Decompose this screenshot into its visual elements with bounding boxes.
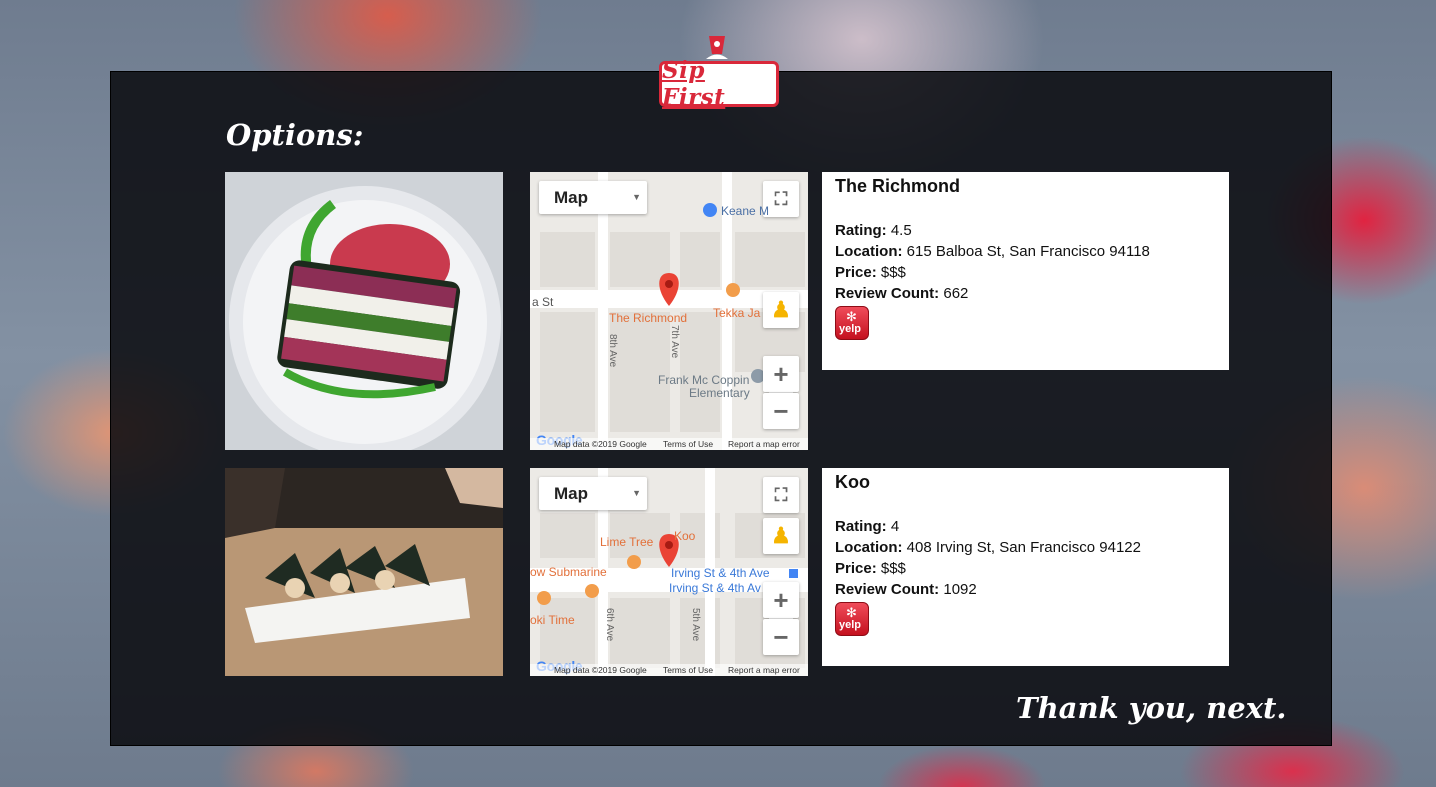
yelp-logo-text: yelp xyxy=(839,323,862,335)
map-label: Tekka Ja xyxy=(713,306,761,320)
map-type-dropdown[interactable]: Map ▼ xyxy=(539,477,647,510)
plus-icon: + xyxy=(773,584,789,615)
map-label: Keane M xyxy=(721,204,770,218)
map-label: Irving St & 4th Ave xyxy=(671,566,770,580)
yelp-link[interactable]: ✻ yelp xyxy=(835,306,869,340)
terms-link[interactable]: Terms of Use xyxy=(663,664,713,676)
price-row: Price: $$$ xyxy=(835,264,906,281)
price-value: $$$ xyxy=(880,560,906,577)
report-error-link[interactable]: Report a map error xyxy=(728,664,800,676)
report-error-link[interactable]: Report a map error xyxy=(728,438,800,450)
map-label: Elementary xyxy=(689,386,750,400)
review-count-row: Review Count: 1092 xyxy=(835,581,977,598)
pegman-button[interactable]: ♟ xyxy=(763,518,799,554)
yelp-burst-icon: ✻ xyxy=(846,309,857,324)
review-count-value: 1092 xyxy=(943,581,977,598)
restaurant-card: Koo Rating: 4 Location: 408 Irving St, S… xyxy=(822,468,1229,666)
map-label: 7th Ave xyxy=(669,325,680,359)
price-row: Price: $$$ xyxy=(835,560,906,577)
zoom-in-button[interactable]: + xyxy=(763,356,799,392)
minus-icon: − xyxy=(773,621,789,652)
terms-link[interactable]: Terms of Use xyxy=(663,438,713,450)
sip-first-logo[interactable]: Sip First xyxy=(658,32,779,111)
logo-badge: Sip First xyxy=(659,57,779,111)
restaurant-photo xyxy=(225,468,503,676)
map-data-text: Map data ©2019 Google xyxy=(554,439,647,449)
map-label: The Richmond xyxy=(609,311,688,325)
restaurant-name: The Richmond xyxy=(835,176,960,196)
thank-you-next-button[interactable]: Thank you, next. xyxy=(1016,691,1287,725)
review-count-row: Review Count: 662 xyxy=(835,285,969,302)
fullscreen-icon: ⛶ xyxy=(774,484,788,505)
rating-row: Rating: 4 xyxy=(835,518,900,535)
map-data-text: Map data ©2019 Google xyxy=(554,665,647,675)
map-type-label: Map xyxy=(554,484,588,503)
restaurant-photo xyxy=(225,172,503,450)
map-type-dropdown[interactable]: Map ▼ xyxy=(539,181,647,214)
pegman-icon: ♟ xyxy=(771,523,791,548)
price-value: $$$ xyxy=(880,264,906,281)
map-label: ow Submarine xyxy=(530,565,607,579)
map-label: Frank Mc Coppin xyxy=(658,373,750,387)
pegman-icon: ♟ xyxy=(771,297,791,322)
zoom-out-button[interactable]: − xyxy=(763,393,799,429)
map-type-label: Map xyxy=(554,188,588,207)
rating-value: 4.5 xyxy=(890,222,912,239)
yelp-burst-icon: ✻ xyxy=(846,605,857,620)
map-label: 5th Ave xyxy=(690,608,701,642)
map-label: Lime Tree xyxy=(600,535,654,549)
location-value: 408 Irving St, San Francisco 94122 xyxy=(906,539,1141,556)
map-label: oki Time xyxy=(530,613,575,627)
map-label: a St xyxy=(532,295,554,309)
location-map[interactable]: Map ▼ ⛶ ♟ + − Lime Tree Koo ow Submarine… xyxy=(530,468,808,676)
map-label: 6th Ave xyxy=(604,608,615,642)
yelp-link[interactable]: ✻ yelp xyxy=(835,602,869,636)
chevron-down-icon: ▼ xyxy=(632,488,641,498)
chevron-down-icon: ▼ xyxy=(632,192,641,202)
map-label: 8th Ave xyxy=(607,334,618,368)
zoom-in-button[interactable]: + xyxy=(763,582,799,618)
zoom-out-button[interactable]: − xyxy=(763,619,799,655)
location-value: 615 Balboa St, San Francisco 94118 xyxy=(906,243,1150,260)
restaurant-card: The Richmond Rating: 4.5 Location: 615 B… xyxy=(822,172,1229,370)
map-label: Irving St & 4th Av xyxy=(669,581,761,595)
rating-value: 4 xyxy=(890,518,900,535)
rating-row: Rating: 4.5 xyxy=(835,222,912,239)
location-map[interactable]: Map ▼ ⛶ ♟ + − Keane M a St The Richmond … xyxy=(530,172,808,450)
brand-name: Sip First xyxy=(662,57,726,111)
map-footer: Map data ©2019 Google Terms of Use Repor… xyxy=(530,438,808,450)
fullscreen-button[interactable]: ⛶ xyxy=(763,477,799,513)
review-count-value: 662 xyxy=(943,285,969,302)
location-row: Location: 615 Balboa St, San Francisco 9… xyxy=(835,243,1150,260)
minus-icon: − xyxy=(773,395,789,426)
pegman-button[interactable]: ♟ xyxy=(763,292,799,328)
plus-icon: + xyxy=(773,358,789,389)
map-footer: Map data ©2019 Google Terms of Use Repor… xyxy=(530,664,808,676)
map-label: Koo xyxy=(674,529,696,543)
fullscreen-icon: ⛶ xyxy=(774,188,788,209)
location-row: Location: 408 Irving St, San Francisco 9… xyxy=(835,539,1141,556)
restaurant-name: Koo xyxy=(835,472,870,492)
options-heading: Options: xyxy=(226,118,364,152)
yelp-logo-text: yelp xyxy=(839,619,862,631)
